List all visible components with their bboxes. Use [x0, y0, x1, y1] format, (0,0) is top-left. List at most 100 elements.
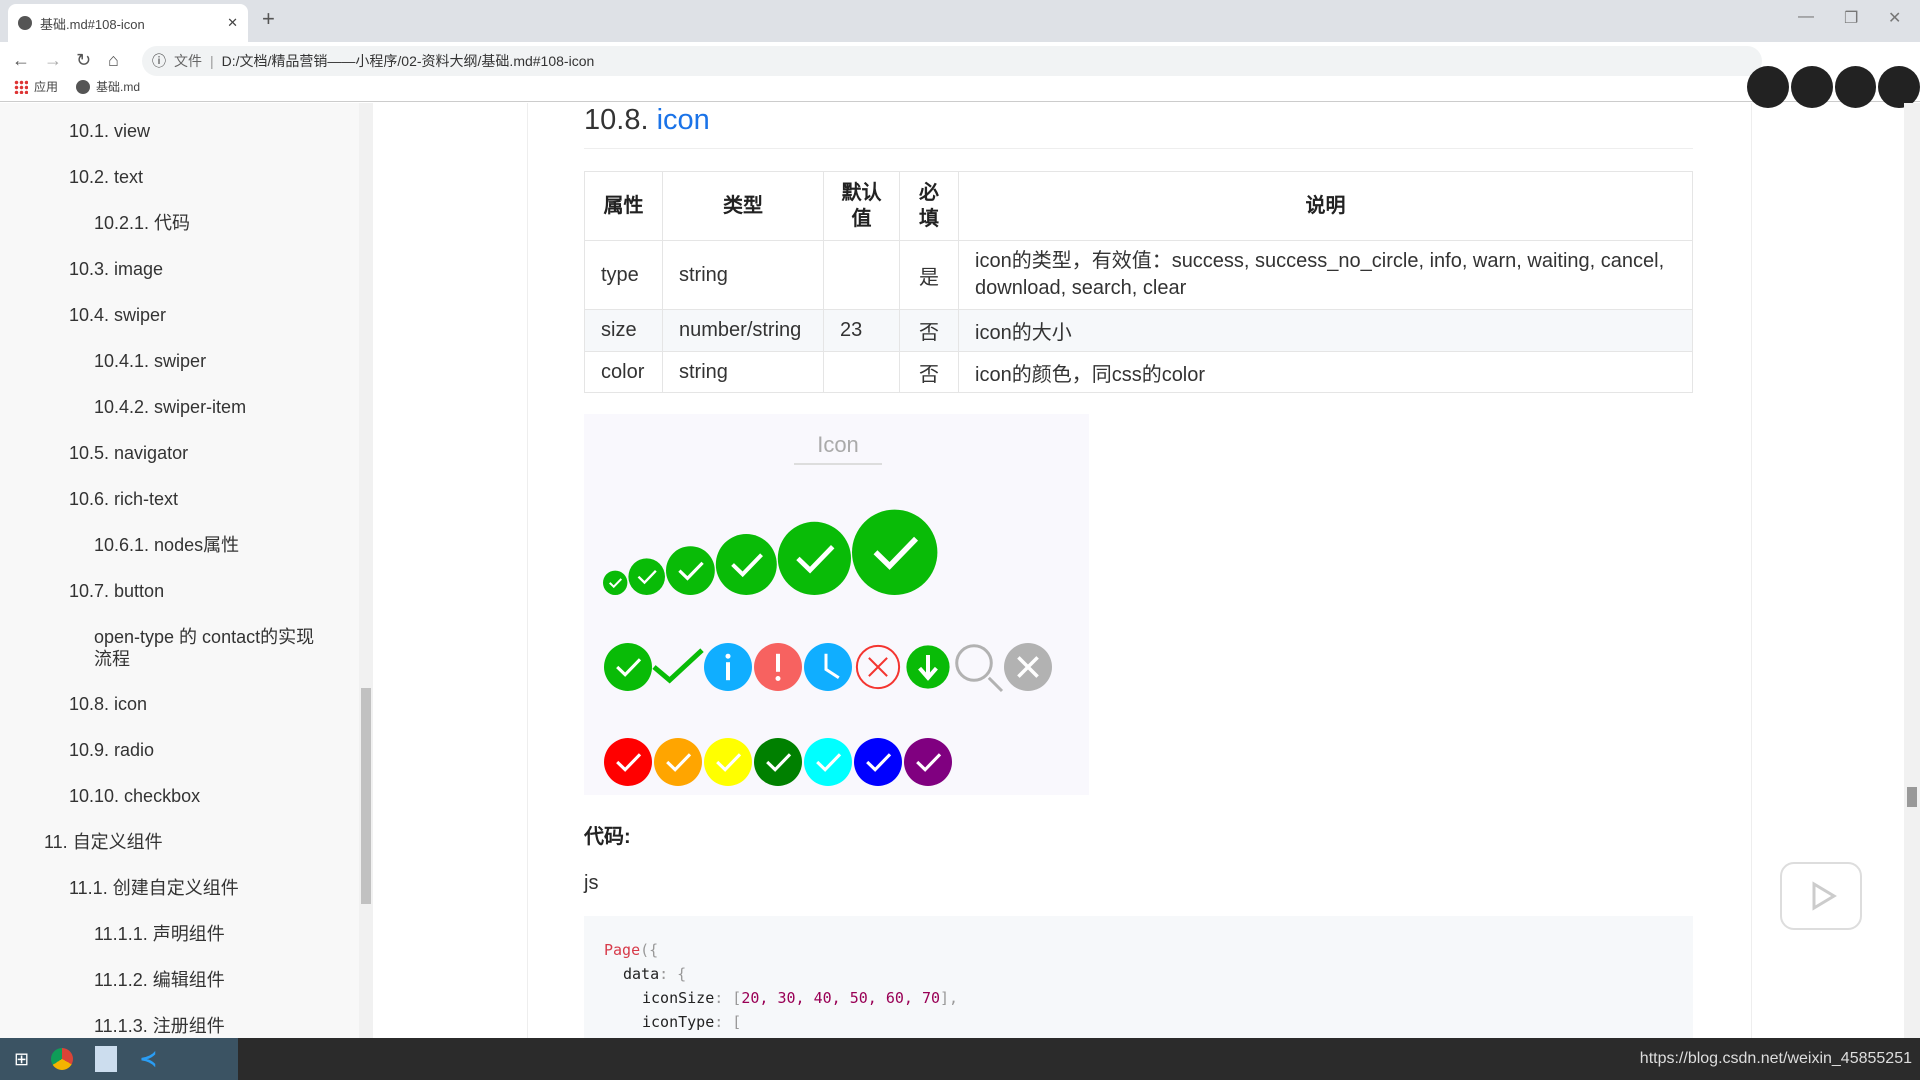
- success-icon: [666, 546, 715, 595]
- cell: color: [584, 351, 663, 393]
- success-icon: [604, 643, 652, 691]
- header-cell: 必填: [899, 171, 959, 241]
- browser-tab[interactable]: 基础.md#108-icon ✕: [8, 4, 248, 42]
- restore-button[interactable]: ❐: [1844, 8, 1858, 28]
- code-token: : {: [659, 965, 687, 983]
- sidebar-scroll-thumb[interactable]: [361, 688, 371, 904]
- header-cell: 属性: [584, 171, 663, 241]
- toc-item[interactable]: 10.4.2. swiper-item: [94, 396, 330, 418]
- toc-item[interactable]: 10.2. text: [69, 166, 330, 188]
- code-token: iconType: [642, 1013, 715, 1031]
- code-token: ],: [940, 989, 959, 1007]
- new-tab-button[interactable]: +: [262, 6, 275, 32]
- success-icon: [754, 738, 802, 786]
- page-scrollbar[interactable]: [1904, 103, 1920, 1038]
- waiting-icon: [804, 643, 852, 691]
- success-icon: [715, 534, 777, 595]
- forward-icon[interactable]: →: [44, 50, 62, 71]
- success-icon: [804, 738, 852, 786]
- toc-item[interactable]: 11.1.1. 声明组件: [94, 923, 330, 945]
- toc-item[interactable]: 10.9. radio: [69, 739, 330, 761]
- info-icon: ⓘ: [152, 53, 166, 69]
- header-cell: 类型: [662, 171, 824, 241]
- cell: [823, 240, 900, 310]
- bookmark-apps[interactable]: 应用: [34, 78, 58, 95]
- cell: 是: [899, 240, 959, 310]
- toc-item[interactable]: 10.6.1. nodes属性: [94, 534, 330, 556]
- search-icon: [955, 644, 1004, 693]
- toc-item[interactable]: open-type 的 contact的实现流程: [94, 626, 330, 670]
- back-icon[interactable]: ←: [12, 50, 30, 71]
- success-no-circle-icon: [652, 648, 704, 684]
- editor-icon[interactable]: [95, 1046, 118, 1072]
- cell: type: [584, 240, 663, 310]
- bookmarks-bar: 应用 基础.md: [0, 72, 1920, 102]
- tab-title: 基础.md#108-icon: [40, 16, 145, 32]
- minimize-button[interactable]: —: [1798, 8, 1814, 26]
- toc-item[interactable]: 10.6. rich-text: [69, 488, 330, 510]
- code-language-label: js: [584, 872, 599, 894]
- success-icon: [904, 738, 952, 786]
- toc-item[interactable]: 10.5. navigator: [69, 442, 330, 464]
- watermark-url: https://blog.csdn.net/weixin_45855251: [1639, 1050, 1912, 1067]
- globe-icon: [76, 79, 91, 94]
- cell: size: [584, 309, 663, 352]
- taskbar: [0, 1038, 1920, 1080]
- taskbar-apps: ⊞ ≺: [0, 1038, 238, 1080]
- toc-item[interactable]: 10.10. checkbox: [69, 785, 330, 807]
- toc-sidebar: 10.1. view 10.2. text 10.2.1. 代码 10.3. imag…: [0, 103, 373, 1038]
- toc-item[interactable]: 10.7. button: [69, 580, 330, 602]
- success-icon: [603, 570, 628, 595]
- attributes-table: 属性 类型 默认值 必填 说明 type string 是 icon的类型，有效值：s…: [584, 171, 1693, 393]
- toc-item[interactable]: 11.1.2. 编辑组件: [94, 969, 330, 991]
- table-row: color string 否 icon的颜色，同css的color: [584, 351, 1693, 393]
- heading-anchor[interactable]: icon: [657, 104, 710, 136]
- cell: 否: [899, 309, 959, 352]
- vscode-icon[interactable]: ≺: [139, 1046, 157, 1072]
- warn-icon: [754, 643, 802, 691]
- success-icon: [854, 738, 902, 786]
- divider: [584, 148, 1693, 149]
- code-token: Page: [604, 941, 641, 959]
- close-tab-icon[interactable]: ✕: [227, 15, 238, 31]
- toc-item[interactable]: 10.1. view: [69, 120, 330, 142]
- url-scheme-label: 文件: [174, 53, 202, 69]
- toc-item[interactable]: 10.4. swiper: [69, 304, 330, 326]
- success-icon: [704, 738, 752, 786]
- toc-item[interactable]: 10.4.1. swiper: [94, 350, 330, 372]
- success-icon: [628, 558, 665, 595]
- toc-item[interactable]: 11.1. 创建自定义组件: [69, 877, 330, 899]
- reload-icon[interactable]: ↻: [76, 50, 91, 71]
- success-icon: [604, 738, 652, 786]
- apps-icon: [14, 79, 28, 94]
- close-window-button[interactable]: ✕: [1888, 8, 1901, 28]
- toc-item[interactable]: 11. 自定义组件: [44, 831, 330, 853]
- page-scroll-thumb[interactable]: [1907, 787, 1917, 807]
- download-icon: [906, 645, 950, 689]
- globe-icon: [18, 16, 32, 30]
- header-cell: 默认值: [823, 171, 900, 241]
- code-token: 20, 30, 40, 50, 60, 70: [741, 989, 941, 1007]
- video-play-button[interactable]: [1780, 862, 1862, 930]
- content-left-margin: [373, 103, 528, 1038]
- success-icon: [777, 521, 851, 595]
- code-token: data: [623, 965, 660, 983]
- cell: string: [662, 240, 824, 310]
- home-icon[interactable]: ⌂: [108, 50, 119, 71]
- code-token: ({: [640, 941, 659, 959]
- windows-start-icon[interactable]: ⊞: [14, 1049, 29, 1070]
- code-label: 代码:: [584, 826, 631, 848]
- toc-item[interactable]: 10.8. icon: [69, 693, 330, 715]
- cell: [823, 351, 900, 393]
- cell: 23: [823, 309, 900, 352]
- code-token: : [: [714, 1013, 742, 1031]
- cell: icon的大小: [958, 309, 1693, 352]
- chrome-icon[interactable]: [51, 1048, 74, 1070]
- toc-item[interactable]: 10.2.1. 代码: [94, 212, 330, 234]
- tab-bar: 基础.md#108-icon ✕ + — ❐ ✕: [0, 0, 1920, 42]
- toc-item[interactable]: 11.1.3. 注册组件: [94, 1015, 330, 1037]
- toc-item[interactable]: 10.3. image: [69, 258, 330, 280]
- cell: string: [662, 351, 824, 393]
- bookmark-file[interactable]: 基础.md: [96, 78, 140, 95]
- code-token: : [: [714, 989, 742, 1007]
